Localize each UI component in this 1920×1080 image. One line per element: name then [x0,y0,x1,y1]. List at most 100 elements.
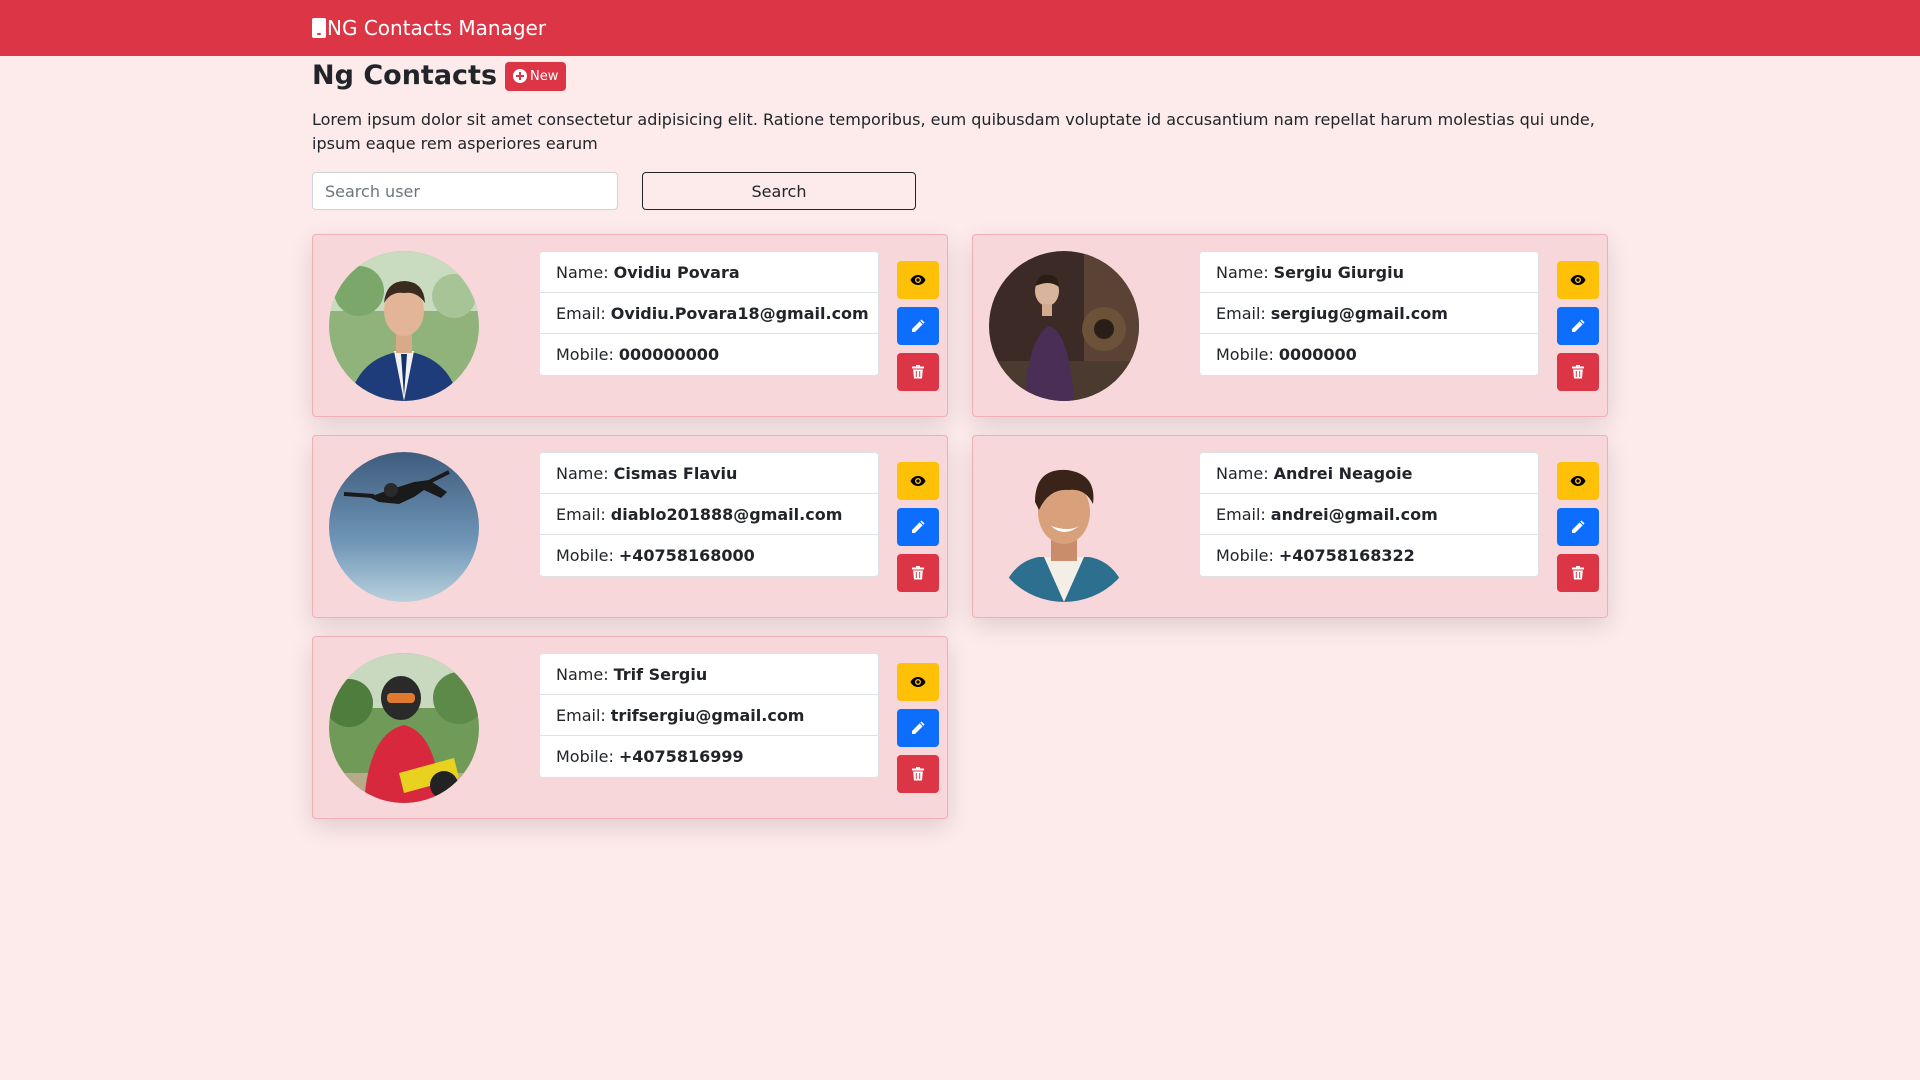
delete-contact-button[interactable] [897,352,939,391]
plus-circle-icon [513,69,528,83]
eye-icon [1570,274,1586,285]
contact-name-item: Name: Cismas Flaviu [540,453,878,494]
navbar-brand[interactable]: NG Contacts Manager [312,16,1606,40]
view-contact-button[interactable] [1557,461,1599,500]
contact-info-list: Name: Sergiu Giurgiu Email: sergiug@gmai… [1199,251,1539,376]
delete-contact-button[interactable] [897,754,939,793]
edit-contact-button[interactable] [1557,306,1599,345]
page-title: Ng Contacts [312,60,498,91]
contact-actions [897,461,939,592]
delete-contact-button[interactable] [1557,553,1599,592]
email-label: Email: [1216,303,1266,323]
contact-email-item: Email: sergiug@gmail.com [1200,293,1538,334]
contact-actions [897,662,939,793]
contact-name-item: Name: Ovidiu Povara [540,252,878,293]
contact-mobile-item: Mobile: 000000000 [540,334,878,375]
new-contact-button[interactable]: New [505,61,567,91]
contact-mobile-item: Mobile: +40758168322 [1200,535,1538,576]
delete-contact-button[interactable] [897,553,939,592]
mobile-label: Mobile: [1216,546,1274,565]
contact-email: diablo201888@gmail.com [610,504,843,524]
contact-mobile: +4075816999 [618,747,744,766]
contact-mobile: +40758168000 [618,546,755,565]
name-label: Name: [556,664,609,684]
edit-contact-button[interactable] [897,306,939,345]
view-contact-button[interactable] [1557,260,1599,299]
contact-info-list: Name: Ovidiu Povara Email: Ovidiu.Povara… [539,251,879,376]
contact-actions [1557,260,1599,391]
mobile-label: Mobile: [1216,345,1274,364]
trash-icon [912,565,924,579]
edit-contact-button[interactable] [1557,507,1599,546]
mobile-label: Mobile: [556,747,614,766]
email-label: Email: [556,303,606,323]
trash-icon [1572,364,1584,378]
search-row: Search [312,172,1606,210]
contact-name: Cismas Flaviu [613,463,738,483]
navbar: NG Contacts Manager [0,0,1920,56]
contact-mobile: +40758168322 [1278,546,1415,565]
contact-email: Ovidiu.Povara18@gmail.com [610,303,869,323]
view-contact-button[interactable] [897,461,939,500]
contact-avatar [329,652,479,803]
view-contact-button[interactable] [897,260,939,299]
pencil-icon [1572,520,1585,533]
edit-contact-button[interactable] [897,507,939,546]
contact-name: Ovidiu Povara [613,262,740,282]
contact-avatar [329,250,479,401]
eye-icon [910,274,926,285]
contact-name-item: Name: Trif Sergiu [540,654,878,695]
contact-actions [897,260,939,391]
contact-email-item: Email: andrei@gmail.com [1200,494,1538,535]
name-label: Name: [1216,262,1269,282]
heading-row: Ng Contacts New [312,60,1606,92]
name-label: Name: [556,463,609,483]
search-button[interactable]: Search [642,172,916,210]
contact-name-item: Name: Andrei Neagoie [1200,453,1538,494]
eye-icon [910,475,926,486]
email-label: Email: [556,504,606,524]
intro-text: Lorem ipsum dolor sit amet consectetur a… [312,110,1595,153]
contact-email-item: Email: diablo201888@gmail.com [540,494,878,535]
trash-icon [1572,565,1584,579]
pencil-icon [912,520,925,533]
name-label: Name: [556,262,609,282]
contact-name: Sergiu Giurgiu [1273,262,1404,282]
pencil-icon [912,721,925,734]
eye-icon [1570,475,1586,486]
contact-email-item: Email: Ovidiu.Povara18@gmail.com [540,293,878,334]
contact-info-list: Name: Andrei Neagoie Email: andrei@gmail… [1199,452,1539,577]
main-content: Ng Contacts New Lorem ipsum dolor sit am… [312,60,1608,819]
contact-avatar [329,451,479,602]
contact-email: sergiug@gmail.com [1270,303,1448,323]
contact-name: Andrei Neagoie [1273,463,1413,483]
brand-label: NG Contacts Manager [327,16,547,40]
contact-email: andrei@gmail.com [1270,504,1438,524]
contacts-grid: Name: Ovidiu Povara Email: Ovidiu.Povara… [312,234,1608,819]
contact-name: Trif Sergiu [613,664,708,684]
contact-mobile-item: Mobile: 0000000 [1200,334,1538,375]
contact-card: Name: Cismas Flaviu Email: diablo201888@… [312,435,948,618]
contact-email: trifsergiu@gmail.com [610,705,805,725]
contact-mobile-item: Mobile: +4075816999 [540,736,878,777]
contact-card: Name: Ovidiu Povara Email: Ovidiu.Povara… [312,234,948,417]
contact-mobile: 0000000 [1278,345,1357,364]
contact-card: Name: Trif Sergiu Email: trifsergiu@gmai… [312,636,948,819]
name-label: Name: [1216,463,1269,483]
contact-info-list: Name: Trif Sergiu Email: trifsergiu@gmai… [539,653,879,778]
contact-avatar [989,250,1139,401]
trash-icon [912,766,924,780]
mobile-phone-icon [312,18,326,38]
contact-mobile-item: Mobile: +40758168000 [540,535,878,576]
contact-avatar [989,451,1139,602]
delete-contact-button[interactable] [1557,352,1599,391]
trash-icon [912,364,924,378]
mobile-label: Mobile: [556,546,614,565]
search-input[interactable] [312,172,618,210]
view-contact-button[interactable] [897,662,939,701]
edit-contact-button[interactable] [897,708,939,747]
new-contact-label: New [530,68,559,84]
contact-card: Name: Andrei Neagoie Email: andrei@gmail… [972,435,1608,618]
email-label: Email: [556,705,606,725]
email-label: Email: [1216,504,1266,524]
